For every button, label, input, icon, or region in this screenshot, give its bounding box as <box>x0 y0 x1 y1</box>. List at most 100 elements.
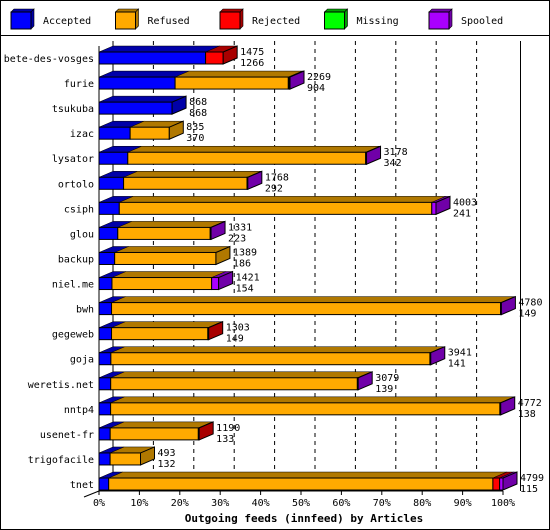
accepted-label: 223 <box>228 233 246 244</box>
legend-label-missing: Missing <box>357 16 399 27</box>
offered-label: 835 <box>186 122 204 133</box>
legend-swatch-accepted <box>10 11 32 30</box>
offered-label: 1475 <box>240 47 264 58</box>
category-label: weretis.net <box>28 380 94 391</box>
chart-container: Accepted Refused Rejected Missing Spooled 0% 1… <box>0 0 550 530</box>
bar-segment-accepted <box>98 151 129 165</box>
bar-segment-accepted <box>98 327 113 341</box>
bar-segment-accepted <box>98 452 111 466</box>
category-label: trigofacile <box>28 455 94 466</box>
bar-segment-refused <box>114 251 217 265</box>
bar-segment-accepted <box>98 477 110 491</box>
category-label: ortolo <box>58 179 94 190</box>
offered-label: 1190 <box>216 423 240 434</box>
bar-segment-accepted <box>98 427 111 441</box>
bar-top-refused <box>110 396 514 404</box>
category-label: glou <box>70 229 94 240</box>
offered-label: 2269 <box>307 72 331 83</box>
legend-label-refused: Refused <box>148 16 190 27</box>
category-label: goja <box>70 355 94 366</box>
bar-segment-refused <box>110 352 431 366</box>
accepted-label: 139 <box>375 384 393 395</box>
bar-segment-spooled <box>211 277 220 291</box>
bar-segment-spooled <box>499 477 504 491</box>
bar-segment-accepted <box>98 126 131 140</box>
bar-top-refused <box>111 296 515 303</box>
offered-label: 4003 <box>453 197 477 208</box>
x-axis-title: Outgoing feeds (innfeed) by Articles <box>185 512 423 525</box>
bar-segment-refused <box>109 452 142 466</box>
category-label: gegeweb <box>52 330 94 341</box>
accepted-label: 154 <box>236 284 254 295</box>
legend-label-rejected: Rejected <box>252 16 300 27</box>
bar-segment-accepted <box>98 51 207 65</box>
accepted-label: 149 <box>226 334 244 345</box>
category-label: izac <box>70 129 94 140</box>
offered-label: 493 <box>158 448 176 459</box>
accepted-label: 1266 <box>240 58 264 69</box>
bar-top-refused <box>114 246 231 253</box>
offered-label: 1331 <box>228 222 252 233</box>
bar-segment-accepted <box>98 226 119 240</box>
bar-segment-refused <box>110 377 358 391</box>
bar-top-refused <box>119 196 446 203</box>
bar-top-refused <box>110 421 213 429</box>
accepted-label: 133 <box>216 434 234 445</box>
category-label: bwh <box>76 305 94 316</box>
bar-segment-accepted <box>98 277 113 291</box>
accepted-label: 186 <box>233 258 251 269</box>
category-label: bete-des-vosges <box>4 54 94 65</box>
outgoing-feeds-chart: Accepted Refused Rejected Missing Spooled 0% 1… <box>1 8 549 525</box>
accepted-label: 342 <box>384 158 402 169</box>
bar-segment-refused <box>111 277 213 291</box>
offered-label: 3079 <box>375 373 399 384</box>
category-label: tnet <box>70 480 94 491</box>
offered-label: 4772 <box>518 398 542 409</box>
x-tick-label: 10% <box>130 498 148 509</box>
bar-segment-refused <box>118 201 433 215</box>
bar-segment-refused <box>117 226 211 240</box>
accepted-label: 904 <box>307 83 325 94</box>
accepted-label: 241 <box>453 208 471 219</box>
x-tick-label: 90% <box>454 498 472 509</box>
accepted-label: 149 <box>518 309 536 320</box>
x-tick-label: 40% <box>252 498 270 509</box>
bar-top-refused <box>110 371 372 379</box>
accepted-label: 868 <box>189 108 207 119</box>
offered-label: 1421 <box>236 273 260 284</box>
bar-segment-refused <box>129 126 170 140</box>
bar-segment-accepted <box>98 377 112 391</box>
bar-top-refused <box>108 471 507 479</box>
bar-segment-accepted <box>98 176 125 190</box>
offered-label: 4780 <box>518 298 542 309</box>
x-tick-label: 100% <box>491 498 515 509</box>
bar-segment-refused <box>111 302 502 316</box>
x-tick-label: 50% <box>292 498 310 509</box>
bar-segment-spooled <box>431 201 437 215</box>
accepted-label: 292 <box>265 183 283 194</box>
bar-top-refused <box>110 346 445 353</box>
bar-top-refused <box>111 271 226 278</box>
x-axis-depth <box>83 490 100 498</box>
legend-swatch-spooled <box>428 11 450 30</box>
x-tick-label: 20% <box>171 498 189 509</box>
offered-label: 4799 <box>520 473 544 484</box>
offered-label: 1768 <box>265 172 289 183</box>
bar-segment-refused <box>109 427 199 441</box>
bar-top-refused <box>117 221 225 228</box>
x-tick-label: 60% <box>332 498 350 509</box>
bar-segment-accepted <box>98 352 112 366</box>
category-label: furie <box>64 79 94 90</box>
accepted-label: 370 <box>186 133 204 144</box>
bar-segment-refused <box>123 176 248 190</box>
category-label: usenet-fr <box>40 430 94 441</box>
bar-segment-refused <box>127 151 367 165</box>
bar-top-refused <box>111 321 222 328</box>
bar-segment-accepted <box>98 402 112 416</box>
bar-segment-rejected <box>492 477 501 491</box>
offered-label: 868 <box>189 97 207 108</box>
bar-segment-refused <box>108 477 494 491</box>
bar-segment-accepted <box>98 201 120 215</box>
offered-label: 1303 <box>226 323 250 334</box>
bar-segment-refused <box>111 327 209 341</box>
